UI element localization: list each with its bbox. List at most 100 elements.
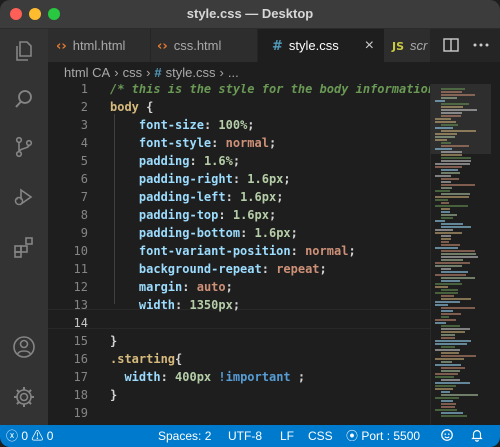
minimap-line [441, 238, 451, 240]
code-token: width [138, 298, 176, 312]
breadcrumb-item[interactable]: css [123, 65, 143, 80]
code-token: 1.6px [254, 226, 291, 240]
explorer-icon[interactable] [12, 39, 36, 63]
encoding-indicator[interactable]: UTF-8 [228, 425, 262, 447]
extensions-icon[interactable] [12, 235, 36, 259]
chevron-right-icon: › [219, 65, 224, 80]
minimap-line [435, 322, 446, 324]
minimap-line [441, 181, 451, 183]
code-token: ; [290, 370, 306, 384]
code-token: ; [225, 280, 233, 294]
breadcrumb-item[interactable]: ... [228, 65, 239, 80]
status-bar: ⓧ 0 ⚠ 0 Spaces: 2 UTF-8 LF CSS ⦿ Port : … [0, 425, 500, 447]
problems-indicator[interactable]: ⓧ 0 ⚠ 0 [6, 425, 53, 447]
html-file-icon: ‹› [56, 39, 67, 54]
code-token: ; [247, 118, 255, 132]
code-token: : [261, 262, 277, 276]
code-token: width [124, 370, 161, 384]
manage-gear-icon[interactable] [12, 385, 36, 409]
code-token: : [211, 136, 226, 150]
minimap-line [435, 364, 461, 366]
minimap-line [435, 286, 448, 288]
code-line: padding: 1.6%; [110, 152, 240, 170]
minimap-line [435, 166, 462, 168]
breadcrumb-item[interactable]: html CA [64, 65, 110, 80]
tab-style-css[interactable]: # style.css × [258, 29, 385, 62]
live-server-port[interactable]: ⦿ Port : 5500 [346, 425, 420, 447]
minimap-line [435, 190, 450, 192]
minimap-line [435, 133, 457, 135]
eol-indicator[interactable]: LF [280, 425, 294, 447]
minimap-line [441, 379, 460, 381]
code-token: ; [283, 172, 291, 186]
breadcrumb-item[interactable]: style.css [166, 65, 216, 80]
minimap-line [435, 265, 462, 267]
minimap-line [435, 232, 462, 234]
minimap-line [441, 157, 471, 159]
more-actions-icon[interactable] [472, 36, 490, 54]
code-token: : [225, 190, 241, 204]
minimap-line [435, 397, 459, 399]
code-token: normal [305, 244, 349, 258]
minimap-line [441, 370, 460, 372]
accounts-icon[interactable] [12, 335, 36, 359]
language-mode[interactable]: CSS [308, 425, 333, 447]
code-token: : [189, 154, 204, 168]
code-line: padding-left: 1.6px; [110, 188, 284, 206]
minimap-line [435, 340, 471, 342]
run-debug-icon[interactable] [12, 185, 36, 209]
minimap-line [441, 412, 463, 414]
minimap-line [441, 406, 455, 408]
code-line: padding-top: 1.6px; [110, 206, 276, 224]
minimap-line [441, 328, 470, 330]
minimap-line [441, 94, 475, 96]
minimap-line [435, 196, 469, 198]
line-number: 3 [80, 118, 88, 132]
minimap-line [441, 235, 451, 237]
minimap-line [435, 175, 451, 177]
line-number: 8 [80, 208, 88, 222]
minimap-line [441, 367, 465, 369]
code-token: ; [319, 262, 327, 276]
minimap-line [435, 376, 454, 378]
code-line: body { [110, 98, 153, 116]
code-token: 1.6px [232, 208, 269, 222]
editor-actions [430, 29, 500, 62]
minimap[interactable] [430, 84, 500, 425]
code-line: padding-right: 1.6px; [110, 170, 291, 188]
split-editor-icon[interactable] [442, 36, 460, 54]
source-control-icon[interactable] [12, 135, 36, 159]
code-token: 400px [175, 370, 212, 384]
feedback-icon[interactable] [440, 425, 454, 447]
code-content[interactable]: /* this is the style for the body inform… [110, 84, 430, 425]
minimap-line [441, 400, 453, 402]
minimap-line [441, 391, 450, 393]
tab-html-html[interactable]: ‹› html.html [48, 29, 151, 62]
code-line: width: 400px !important ; [110, 368, 305, 386]
minimap-line [441, 202, 449, 204]
minimap-line [441, 253, 476, 255]
minimap-line [441, 169, 458, 171]
line-number: 12 [73, 280, 88, 294]
minimap-line [441, 394, 478, 396]
close-tab-icon[interactable]: × [365, 29, 374, 62]
code-token: ; [232, 298, 241, 312]
minimap-line [441, 160, 471, 162]
tab-css-html[interactable]: ‹› css.html [151, 29, 258, 62]
minimap-line [441, 226, 471, 228]
css-file-icon: # [154, 65, 162, 80]
notifications-bell-icon[interactable] [470, 425, 484, 447]
code-editor[interactable]: 123456789101112131415161718192021 /* thi… [48, 84, 430, 425]
indentation-indicator[interactable]: Spaces: 2 [158, 425, 211, 447]
line-number: 6 [80, 172, 88, 186]
line-number: 15 [73, 334, 88, 348]
search-icon[interactable] [12, 87, 36, 111]
code-token: 1.6px [247, 172, 284, 186]
code-token: } [110, 388, 118, 402]
code-token: padding-right [138, 172, 233, 186]
